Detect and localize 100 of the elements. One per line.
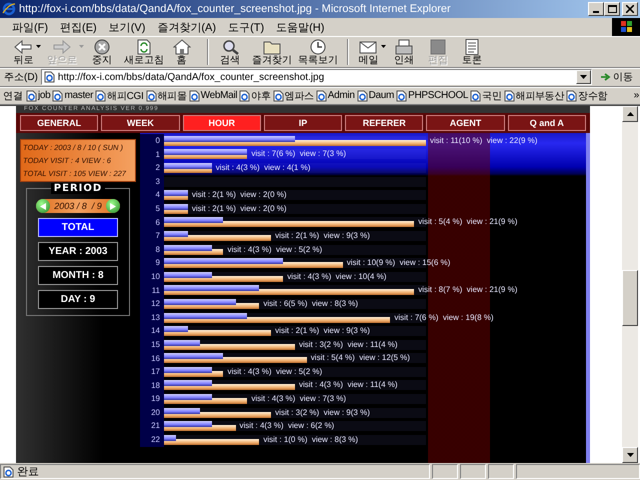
close-button[interactable]	[622, 2, 638, 16]
hour-label: 18	[140, 378, 164, 392]
tab[interactable]: IP	[264, 115, 342, 131]
toolbar-button[interactable]: 인쇄	[389, 38, 423, 66]
link-button[interactable]: master	[51, 90, 94, 102]
hour-label: 15	[140, 338, 164, 352]
caret-icon	[580, 75, 587, 79]
period-button[interactable]: DAY : 9	[38, 290, 118, 309]
toolbar-button[interactable]: 뒤로	[10, 38, 44, 66]
toolbar-button[interactable]: 즐겨찾기	[249, 38, 295, 66]
e-logo-icon	[2, 2, 16, 16]
toolbar-button[interactable]: 토론	[457, 38, 491, 66]
link-button[interactable]: 해피몰	[144, 88, 188, 102]
scrollbar[interactable]	[622, 106, 638, 463]
previous-button[interactable]	[36, 199, 50, 213]
document-icon	[463, 38, 481, 54]
window-title: http://fox-i.com/bbs/data/QandA/fox_counter_screenshot.jpg - Microsoft Internet Explorer	[19, 3, 452, 15]
link-button[interactable]: PHPSCHOOL	[395, 90, 470, 102]
address-field[interactable]: http://fox-i.com/bbs/data/QandA/fox_counter_screenshot.jpg	[40, 69, 592, 85]
hour-label: 11	[140, 284, 164, 298]
hour-label: 10	[140, 270, 164, 284]
menu-item[interactable]: 즐겨찾기(A)	[151, 20, 222, 34]
tab[interactable]: AGENT	[426, 115, 505, 131]
toolbar-button[interactable]: 홈	[167, 38, 201, 66]
hour-label: 13	[140, 310, 164, 324]
status-panel	[432, 464, 458, 479]
menu-item[interactable]: 도구(T)	[222, 20, 270, 34]
stop-icon	[93, 38, 111, 54]
hour-label: 17	[140, 365, 164, 379]
arrow-right-icon	[600, 72, 611, 82]
bar-reading: visit : 2(1 %) view : 2(0 %)	[192, 204, 287, 214]
link-button[interactable]: job	[25, 90, 52, 102]
toolbar-button[interactable]: 새로고침	[121, 38, 167, 66]
bar-reading: visit : 6(5 %) view : 8(3 %)	[263, 298, 358, 309]
square-icon	[429, 38, 447, 54]
dropdown-button[interactable]	[576, 70, 591, 84]
link-button[interactable]: 해피부동산	[502, 88, 566, 102]
page-icon	[470, 90, 482, 102]
hour-label: 20	[140, 406, 164, 420]
link-button[interactable]: WebMail	[188, 90, 238, 102]
hour-label: 4	[140, 188, 164, 202]
bar-reading: visit : 10(9 %) view : 15(6 %)	[346, 258, 450, 268]
arrow-right-icon	[52, 38, 72, 54]
toolbar-button[interactable]: 메일	[355, 38, 389, 66]
toolbar-button[interactable]: 검색	[215, 38, 249, 66]
hour-label: 16	[140, 352, 164, 366]
page-icon	[396, 90, 408, 102]
folder-icon	[263, 38, 281, 54]
menu-item[interactable]: 파일(F)	[6, 20, 54, 34]
hour-label: 21	[140, 419, 164, 434]
clock-icon	[309, 38, 327, 54]
go-button[interactable]: 이동	[595, 70, 638, 84]
refresh-icon	[135, 38, 153, 54]
period-button[interactable]: TOTAL	[38, 218, 118, 237]
page-icon	[504, 90, 515, 102]
page-icon	[146, 90, 156, 102]
period-title: PERIOD	[50, 183, 106, 194]
printer-icon	[395, 38, 413, 54]
bar-reading: visit : 8(7 %) view : 21(9 %)	[418, 285, 518, 296]
address-label: 주소(D)	[4, 71, 38, 84]
page-icon	[44, 71, 55, 83]
link-button[interactable]: 엠파스	[272, 88, 315, 102]
tab[interactable]: GENERAL	[20, 115, 98, 131]
tab[interactable]: Q and A	[508, 115, 586, 131]
hour-label: 0	[140, 134, 164, 148]
hour-label: 2	[140, 161, 164, 175]
link-button[interactable]: Admin	[314, 90, 356, 102]
bar-reading: visit : 4(3 %) view : 10(4 %)	[287, 272, 386, 282]
link-button[interactable]: 야후	[238, 88, 272, 102]
bar-reading: visit : 4(3 %) view : 7(3 %)	[251, 394, 346, 404]
tab[interactable]: REFERER	[345, 115, 424, 131]
bar-reading: visit : 2(1 %) view : 9(3 %)	[275, 230, 370, 241]
menu-item[interactable]: 도움말(H)	[270, 20, 330, 34]
period-button[interactable]: MONTH : 8	[38, 266, 118, 285]
close-icon	[626, 5, 634, 13]
minimize-button[interactable]	[588, 2, 604, 16]
page-icon	[356, 90, 368, 102]
period-button[interactable]: YEAR : 2003	[38, 242, 118, 261]
link-button[interactable]: 해피CGI	[94, 88, 144, 102]
bar-reading: visit : 3(2 %) view : 11(4 %)	[299, 340, 398, 350]
tab[interactable]: HOUR	[182, 115, 261, 131]
triangle-left-icon	[40, 202, 46, 210]
maximize-button[interactable]	[604, 2, 620, 16]
more-button[interactable]: »	[632, 90, 640, 101]
tab[interactable]: WEEK	[101, 115, 180, 131]
hour-label: 22	[140, 433, 164, 447]
bar-reading: visit : 5(4 %) view : 21(9 %)	[418, 217, 518, 228]
toolbar-button[interactable]: 중지	[87, 38, 121, 66]
menu-item[interactable]: 보기(V)	[102, 20, 152, 34]
link-button[interactable]: 국민	[469, 88, 503, 102]
page-icon	[188, 90, 200, 102]
bar-reading: visit : 4(3 %) view : 11(4 %)	[299, 380, 398, 390]
scroll-thumb[interactable]	[622, 270, 638, 326]
hour-label: 12	[140, 297, 164, 311]
next-button[interactable]	[106, 199, 120, 213]
link-button[interactable]: Daum	[356, 90, 396, 102]
link-button[interactable]: 장수함	[565, 88, 608, 102]
menu-item[interactable]: 편집(E)	[54, 20, 103, 34]
toolbar-button[interactable]: 목록보기	[295, 38, 341, 66]
bar-reading: visit : 7(6 %) view : 7(3 %)	[251, 149, 346, 160]
